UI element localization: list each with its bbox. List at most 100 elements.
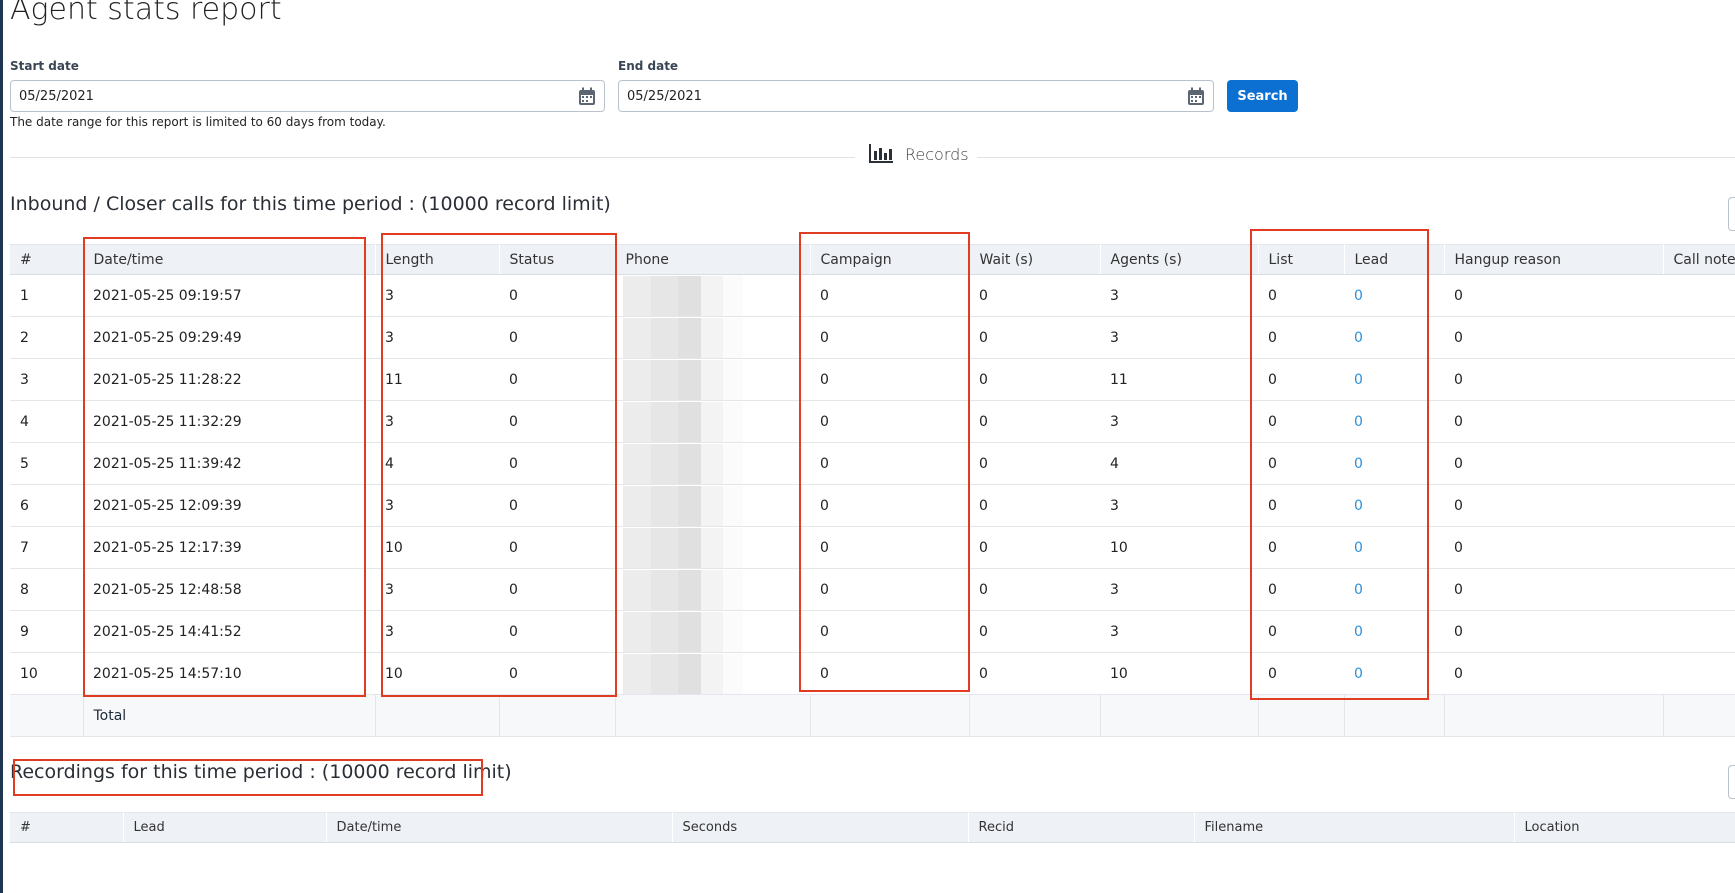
cell-agents: 3 — [1100, 568, 1258, 611]
cell-list: 0 — [1258, 274, 1344, 317]
phone-redacted-blur — [623, 485, 743, 526]
lead-link[interactable]: 0 — [1354, 498, 1363, 514]
col-header-list[interactable]: List — [1258, 244, 1345, 275]
cell-agents: 3 — [1100, 274, 1258, 317]
col-header-number[interactable]: # — [10, 244, 84, 275]
cell-length: 3 — [375, 316, 499, 359]
col-header-campaign[interactable]: Campaign — [810, 244, 970, 275]
table-row: 4 2021-05-25 11:32:29 3 0 0 0 3 0 0 0 — [10, 400, 1735, 443]
lead-link[interactable]: 0 — [1354, 624, 1363, 640]
col-header-agents[interactable]: Agents (s) — [1100, 244, 1259, 275]
recordings-section-title: Recordings for this time period : (10000… — [10, 761, 512, 783]
search-button[interactable]: Search — [1227, 80, 1298, 112]
cell-length: 3 — [375, 568, 499, 611]
end-date-input[interactable]: 05/25/2021 — [618, 80, 1214, 112]
lead-link[interactable]: 0 — [1354, 666, 1363, 682]
cell-wait: 0 — [969, 274, 1100, 317]
cell-phone — [615, 442, 810, 485]
col-header-status[interactable]: Status — [499, 244, 616, 275]
cell-phone — [615, 484, 810, 527]
cell-wait: 0 — [969, 526, 1100, 569]
inbound-header-row: # Date/time Length Status Phone Campaign… — [10, 244, 1735, 275]
inbound-section-title: Inbound / Closer calls for this time per… — [10, 193, 611, 215]
phone-redacted-blur — [623, 359, 743, 400]
lead-link[interactable]: 0 — [1354, 456, 1363, 472]
cell-lead: 0 — [1344, 484, 1444, 527]
cell-hangup-reason: 0 — [1444, 526, 1663, 569]
cell-status: 0 — [499, 400, 615, 443]
cell-list: 0 — [1258, 400, 1344, 443]
col-header-wait[interactable]: Wait (s) — [969, 244, 1101, 275]
rec-col-header-recid[interactable]: Recid — [968, 812, 1195, 843]
lead-link[interactable]: 0 — [1354, 372, 1363, 388]
cell-hangup-reason: 0 — [1444, 316, 1663, 359]
cell-hangup-reason: 0 — [1444, 610, 1663, 653]
table-row: 9 2021-05-25 14:41:52 3 0 0 0 3 0 0 0 — [10, 610, 1735, 653]
left-sidebar-edge — [0, 0, 3, 893]
col-header-length[interactable]: Length — [375, 244, 500, 275]
cell-call-notes — [1663, 610, 1735, 653]
rec-col-header-location[interactable]: Location — [1514, 812, 1735, 843]
cell-wait: 0 — [969, 316, 1100, 359]
rec-col-header-filename[interactable]: Filename — [1194, 812, 1515, 843]
cell-call-notes — [1663, 652, 1735, 695]
recordings-export-button-edge[interactable] — [1728, 765, 1735, 799]
cell-list: 0 — [1258, 316, 1344, 359]
cell-phone — [615, 652, 810, 695]
col-header-datetime[interactable]: Date/time — [83, 244, 376, 275]
lead-link[interactable]: 0 — [1354, 582, 1363, 598]
cell-call-notes — [1663, 400, 1735, 443]
cell-lead: 0 — [1344, 568, 1444, 611]
cell-length: 4 — [375, 442, 499, 485]
records-tab[interactable]: Records — [905, 145, 969, 164]
cell-phone — [615, 568, 810, 611]
cell-status: 0 — [499, 610, 615, 653]
col-header-call-notes[interactable]: Call notes — [1663, 244, 1735, 275]
cell-datetime: 2021-05-25 09:29:49 — [83, 316, 375, 359]
lead-link[interactable]: 0 — [1354, 540, 1363, 556]
recordings-table: # Lead Date/time Seconds Recid Filename … — [10, 812, 1735, 843]
date-range-help-text: The date range for this report is limite… — [10, 115, 386, 129]
cell-hangup-reason: 0 — [1444, 400, 1663, 443]
cell-agents: 3 — [1100, 610, 1258, 653]
cell-lead: 0 — [1344, 400, 1444, 443]
table-row: 6 2021-05-25 12:09:39 3 0 0 0 3 0 0 0 — [10, 484, 1735, 527]
rec-col-header-datetime[interactable]: Date/time — [326, 812, 673, 843]
rec-col-header-seconds[interactable]: Seconds — [672, 812, 969, 843]
table-row: 10 2021-05-25 14:57:10 10 0 0 0 10 0 0 0 — [10, 652, 1735, 695]
cell-campaign: 0 — [810, 400, 969, 443]
cell-status: 0 — [499, 442, 615, 485]
cell-agents: 11 — [1100, 358, 1258, 401]
col-header-lead[interactable]: Lead — [1344, 244, 1445, 275]
cell-datetime: 2021-05-25 12:09:39 — [83, 484, 375, 527]
cell-list: 0 — [1258, 442, 1344, 485]
cell-number: 7 — [10, 526, 83, 569]
rec-col-header-number[interactable]: # — [10, 812, 124, 843]
table-row: 8 2021-05-25 12:48:58 3 0 0 0 3 0 0 0 — [10, 568, 1735, 611]
calendar-icon[interactable] — [1187, 87, 1205, 106]
cell-lead: 0 — [1344, 610, 1444, 653]
col-header-hangup-reason[interactable]: Hangup reason — [1444, 244, 1664, 275]
cell-lead: 0 — [1344, 358, 1444, 401]
cell-datetime: 2021-05-25 14:57:10 — [83, 652, 375, 695]
export-button-edge[interactable] — [1728, 197, 1735, 231]
rec-col-header-lead[interactable]: Lead — [123, 812, 327, 843]
calendar-icon[interactable] — [578, 87, 596, 106]
cell-hangup-reason: 0 — [1444, 358, 1663, 401]
lead-link[interactable]: 0 — [1354, 414, 1363, 430]
cell-agents: 3 — [1100, 484, 1258, 527]
cell-wait: 0 — [969, 610, 1100, 653]
lead-link[interactable]: 0 — [1354, 330, 1363, 346]
lead-link[interactable]: 0 — [1354, 288, 1363, 304]
cell-datetime: 2021-05-25 11:39:42 — [83, 442, 375, 485]
total-row: Total — [10, 694, 1735, 737]
cell-datetime: 2021-05-25 11:32:29 — [83, 400, 375, 443]
col-header-phone[interactable]: Phone — [615, 244, 811, 275]
divider-right — [977, 157, 1735, 158]
cell-campaign: 0 — [810, 316, 969, 359]
cell-list: 0 — [1258, 358, 1344, 401]
start-date-input[interactable]: 05/25/2021 — [10, 80, 605, 112]
cell-hangup-reason: 0 — [1444, 652, 1663, 695]
cell-status: 0 — [499, 274, 615, 317]
cell-length: 3 — [375, 274, 499, 317]
